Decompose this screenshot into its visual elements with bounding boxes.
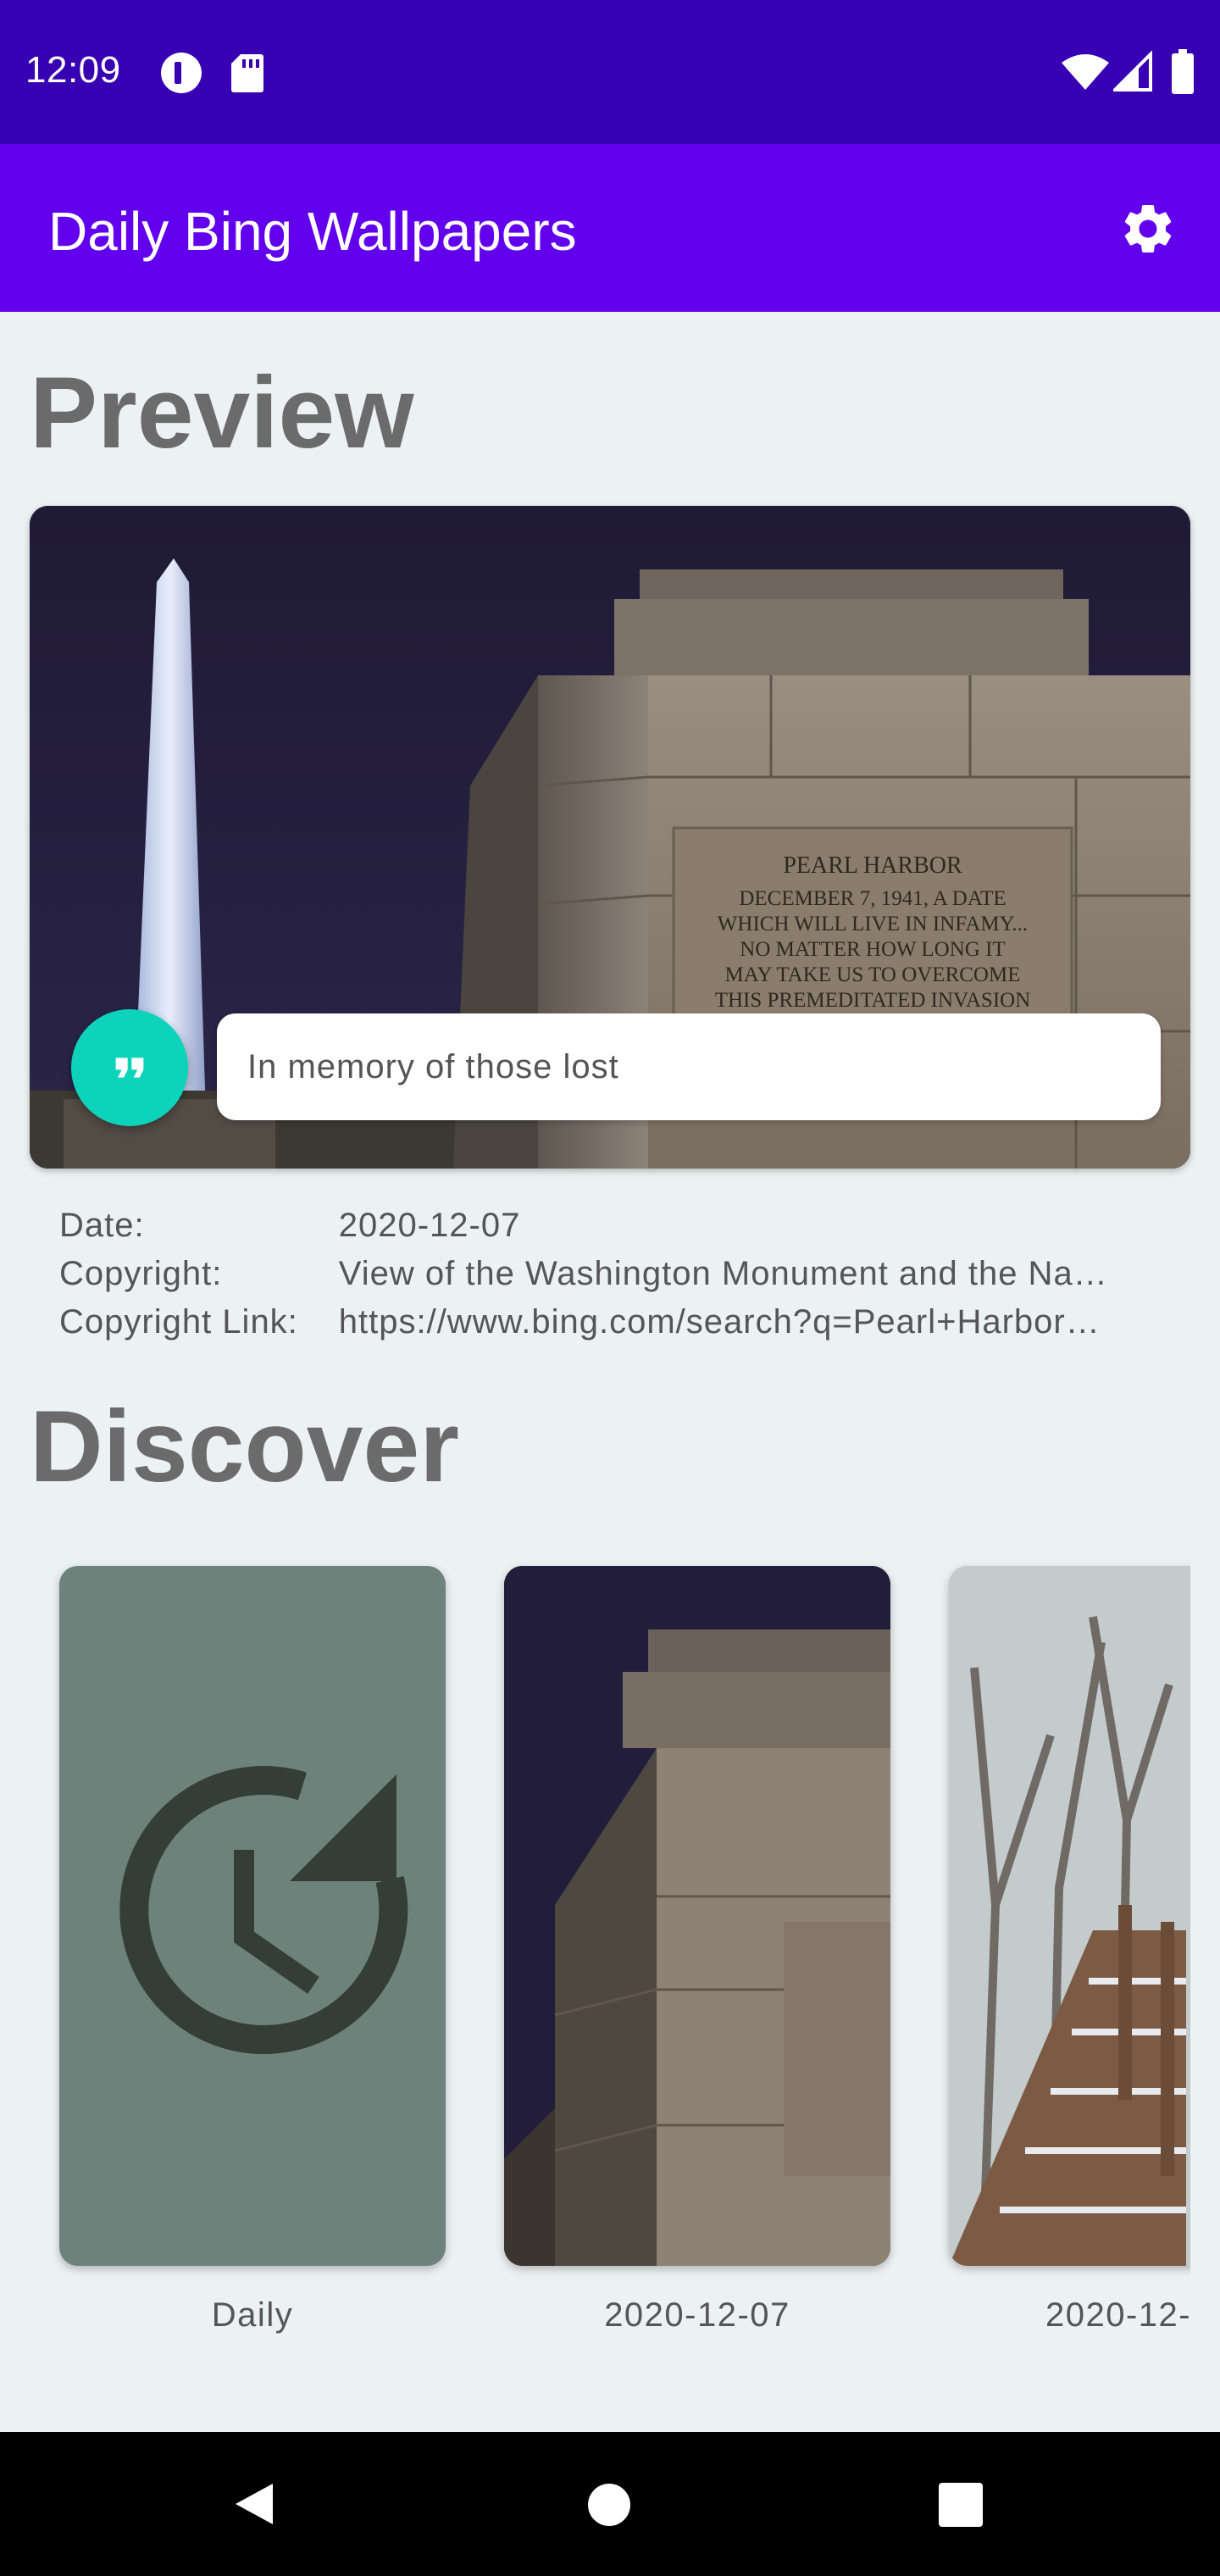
gear-icon (1124, 204, 1172, 253)
copyright-link[interactable]: https://www.bing.com/search?q=Pearl+Harb… (339, 1303, 1178, 1341)
inscription-line: WHICH WILL LIVE IN INFAMY... (718, 913, 1028, 935)
battery-icon (1172, 49, 1194, 94)
meta-label: Copyright Link: (59, 1303, 298, 1341)
discover-item-daily[interactable] (59, 1566, 446, 2266)
status-time: 12:09 (25, 49, 121, 91)
status-bar: 12:09 (0, 0, 1220, 144)
discover-item-2020-12-07[interactable] (504, 1566, 890, 2266)
meta-row-copyright: Copyright: View of the Washington Monume… (59, 1250, 1178, 1298)
alpha-circle-icon (161, 53, 202, 93)
discover-item-label: 2020-12-07 (604, 2296, 790, 2334)
discover-heading: Discover (30, 1390, 459, 1503)
sd-card-icon (231, 54, 263, 92)
meta-value: View of the Washington Monument and the … (338, 1255, 1108, 1292)
wallpaper-metadata: Date: 2020-12-07 Copyright: View of the … (59, 1202, 1178, 1346)
inscription-line: PEARL HARBOR (783, 852, 962, 879)
discover-list[interactable]: Daily 2020-12-07 2020-12- (0, 1551, 1190, 2356)
cell-signal-icon (1113, 51, 1152, 92)
settings-button[interactable] (1110, 191, 1186, 267)
app-title: Daily Bing Wallpapers (48, 201, 577, 262)
inscription-line: NO MATTER HOW LONG IT (740, 938, 1005, 961)
home-circle-icon[interactable] (587, 2483, 631, 2527)
back-triangle-icon[interactable] (229, 2479, 280, 2529)
wifi-icon (1062, 54, 1109, 90)
history-refresh-icon (119, 1766, 408, 2055)
discover-item-2020-12-06[interactable] (949, 1566, 1190, 2266)
inscription-line: MAY TAKE US TO OVERCOME (725, 963, 1021, 986)
discover-item-label: 2020-12- (1045, 2296, 1190, 2334)
navigation-bar (0, 2432, 1220, 2576)
format-quote-icon (115, 1058, 144, 1078)
meta-value: 2020-12-07 (338, 1207, 521, 1244)
caption-field[interactable]: In memory of those lost (217, 1013, 1161, 1120)
recents-square-icon[interactable] (939, 2483, 983, 2527)
inscription-line: THIS PREMEDITATED INVASION (715, 989, 1031, 1012)
app-bar: Daily Bing Wallpapers (0, 144, 1220, 312)
meta-label: Date: (59, 1207, 145, 1244)
meta-label: Copyright: (59, 1255, 223, 1292)
inscription-line: DECEMBER 7, 1941, A DATE (739, 887, 1006, 910)
meta-row-date: Date: 2020-12-07 (59, 1202, 1178, 1250)
quote-button[interactable] (71, 1009, 188, 1126)
preview-heading: Preview (30, 356, 414, 469)
meta-row-copyright-link: Copyright Link: https://www.bing.com/sea… (59, 1298, 1178, 1346)
discover-item-label: Daily (211, 2296, 294, 2334)
